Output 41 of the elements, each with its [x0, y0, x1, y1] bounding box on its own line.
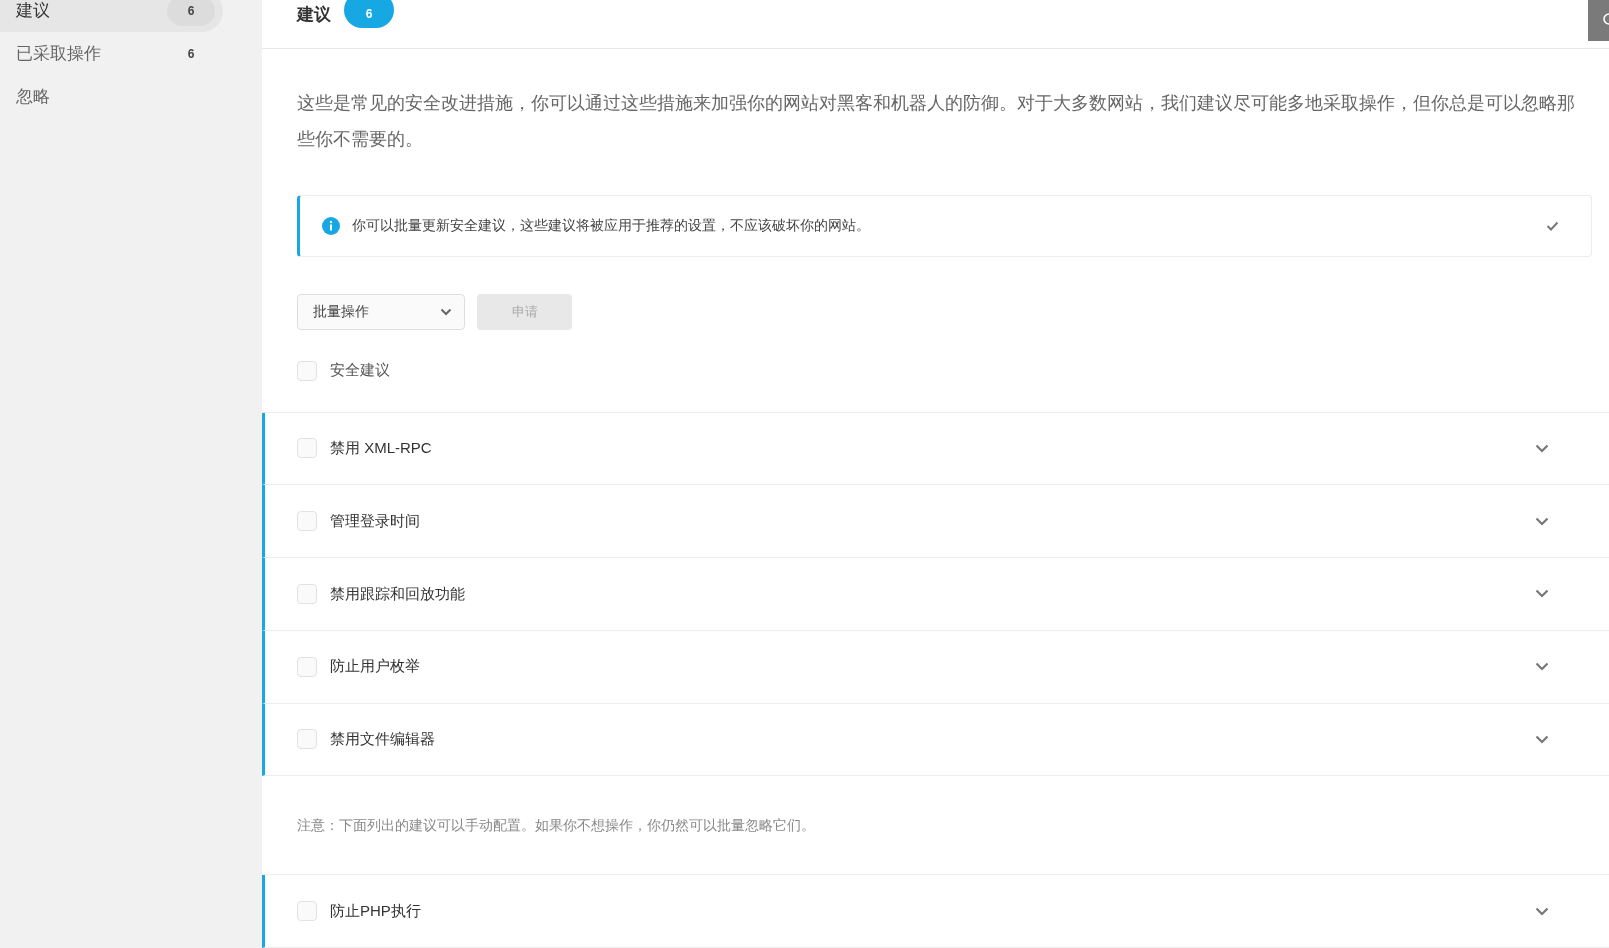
recommendation-row[interactable]: 禁用文件编辑器	[262, 703, 1609, 777]
recommendation-row[interactable]: 防止用户枚举	[262, 630, 1609, 704]
select-all-label: 安全建议	[330, 360, 390, 381]
chevron-down-icon[interactable]	[1535, 662, 1549, 672]
recommendation-title: 防止PHP执行	[330, 900, 422, 921]
recommendation-row[interactable]: 防止PHP执行	[262, 875, 1609, 948]
checkbox[interactable]	[297, 511, 317, 532]
page-title: 建议	[297, 4, 331, 26]
checkbox[interactable]	[297, 360, 317, 381]
intro-text: 这些是常见的安全改进措施，你可以通过这些措施来加强你的网站对黑客和机器人的防御。对于大多数网站，我们建议尽可能多地采取操作，但你总是可以忽略那些你不需要的。	[297, 92, 1576, 151]
recommendation-title: 禁用跟踪和回放功能	[330, 583, 466, 604]
chevron-down-icon[interactable]	[1535, 734, 1549, 744]
sidebar-item[interactable]: 建议 6	[0, 0, 223, 32]
recommendation-title: 管理登录时间	[330, 510, 421, 531]
checkbox[interactable]	[297, 729, 317, 750]
count-badge: 6	[167, 0, 215, 26]
sidebar-item[interactable]: 已采取操作 6	[0, 33, 223, 75]
recommendation-row[interactable]: 管理登录时间	[262, 485, 1609, 558]
count-badge: 6	[344, 0, 394, 28]
checkbox[interactable]	[297, 583, 317, 604]
sidebar-item[interactable]: 忽略	[0, 76, 223, 118]
corner-button[interactable]	[1588, 0, 1609, 41]
note-text: 注意：下面列出的建议可以手动配置。如果你不想操作，你仍然可以批量忽略它们。	[262, 776, 1609, 876]
recommendation-row[interactable]: 禁用 XML-RPC	[262, 412, 1609, 486]
chevron-down-icon	[440, 307, 452, 316]
checkbox[interactable]	[297, 438, 317, 459]
checkbox[interactable]	[297, 901, 317, 922]
notice-text: 你可以批量更新安全建议，这些建议将被应用于推荐的设置，不应该破坏你的网站。	[352, 216, 871, 236]
count-label: 6	[186, 46, 196, 63]
recommendation-row[interactable]: 禁用跟踪和回放功能	[262, 558, 1609, 631]
chevron-down-icon[interactable]	[1535, 443, 1549, 453]
chevron-down-icon[interactable]	[1535, 589, 1549, 599]
chevron-down-icon[interactable]	[1535, 906, 1549, 916]
recommendation-title: 禁用文件编辑器	[330, 729, 436, 750]
recommendation-title: 防止用户枚举	[330, 656, 421, 677]
bulk-action-dropdown[interactable]: 批量操作	[297, 293, 465, 330]
info-icon	[322, 216, 340, 235]
recommendation-title: 禁用 XML-RPC	[330, 438, 433, 459]
check-icon[interactable]	[1546, 220, 1559, 231]
checkbox[interactable]	[297, 656, 317, 677]
chevron-down-icon[interactable]	[1535, 516, 1549, 526]
